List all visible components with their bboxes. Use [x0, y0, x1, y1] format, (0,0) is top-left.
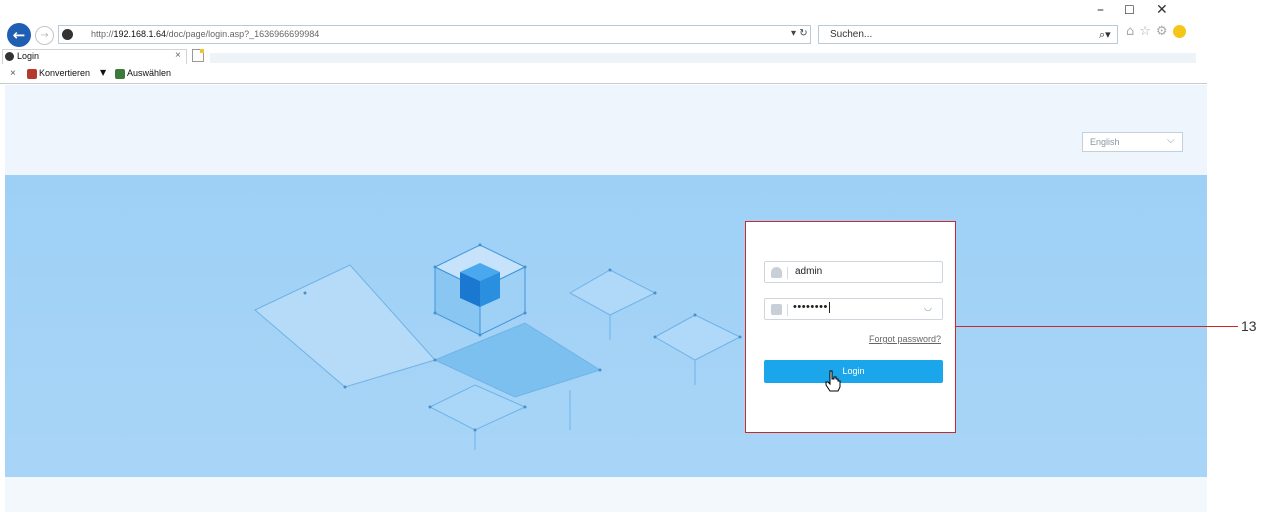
address-bar[interactable]: http://192.168.1.64/doc/page/login.asp?_…	[58, 25, 811, 44]
login-card: admin •••••••• ◡ Forgot password? Login	[745, 221, 956, 433]
text-caret	[828, 301, 830, 313]
tab-row: Login ×	[0, 49, 1207, 64]
search-icon[interactable]: ⌕▾	[1099, 28, 1111, 42]
tab-site-icon	[5, 52, 14, 61]
language-select[interactable]: English ⌵	[1082, 132, 1183, 152]
smiley-icon[interactable]	[1172, 25, 1186, 38]
password-field[interactable]: •••••••• ◡	[764, 298, 943, 320]
show-password-icon[interactable]: ◡	[924, 303, 932, 313]
minimize-button[interactable]: –	[1097, 3, 1104, 17]
tab-title: Login	[17, 51, 40, 61]
callout-label: 13	[1241, 318, 1257, 334]
convert-icon	[27, 69, 37, 79]
tile-center	[433, 322, 602, 398]
home-icon[interactable]: ⌂	[1126, 24, 1134, 39]
browser-window: – ☐ ✕ ← → http://192.168.1.64/doc/page/l…	[0, 0, 1207, 512]
search-placeholder: Suchen...	[830, 29, 873, 40]
tab-strip	[210, 53, 1196, 63]
url-path: /doc/page/login.asp?_1636966699984	[166, 29, 320, 39]
url-host: 192.168.1.64	[113, 29, 167, 39]
username-value: admin	[795, 266, 823, 277]
new-tab-button[interactable]	[192, 49, 204, 62]
star-icon[interactable]: ☆	[1139, 24, 1151, 39]
site-icon	[62, 29, 73, 40]
field-divider	[787, 304, 788, 316]
convert-button[interactable]: Konvertieren	[39, 68, 90, 78]
username-field[interactable]: admin	[764, 261, 943, 283]
tile-left	[254, 264, 436, 388]
tile-right	[653, 314, 742, 361]
refresh-icon[interactable]: ▾ ↻	[791, 28, 808, 39]
language-label: English	[1090, 137, 1120, 147]
forward-button[interactable]: →	[35, 26, 54, 45]
url-prefix: http://	[91, 29, 114, 39]
window-controls: – ☐ ✕	[0, 0, 1207, 20]
forward-arrow-icon: →	[40, 30, 49, 41]
select-button[interactable]: Auswählen	[127, 68, 171, 78]
chevron-down-icon: ⌵	[1167, 135, 1175, 146]
convert-dropdown-icon[interactable]: ▼	[100, 68, 106, 77]
login-button[interactable]: Login	[764, 360, 943, 383]
navigation-row: ← → http://192.168.1.64/doc/page/login.a…	[0, 20, 1207, 48]
url-text[interactable]: http://192.168.1.64/doc/page/login.asp?_…	[91, 29, 319, 39]
password-mask: ••••••••	[793, 301, 828, 313]
login-page: English ⌵	[5, 85, 1207, 512]
forgot-password-link[interactable]: Forgot password?	[869, 334, 941, 344]
search-input[interactable]: Suchen... ⌕▾	[818, 25, 1118, 44]
lock-icon	[771, 304, 782, 315]
password-value: ••••••••	[793, 301, 830, 313]
back-button[interactable]: ←	[7, 23, 31, 47]
select-icon	[115, 69, 125, 79]
hand-cursor-icon	[825, 370, 841, 392]
close-window-button[interactable]: ✕	[1156, 3, 1168, 17]
callout-line	[956, 326, 1238, 327]
cube-icon	[433, 244, 527, 336]
page-header: English ⌵	[5, 85, 1207, 175]
favorites-bar: × Konvertieren ▼ Auswählen	[0, 64, 1207, 84]
maximize-button[interactable]: ☐	[1124, 3, 1135, 17]
back-arrow-icon: ←	[12, 26, 26, 44]
user-icon	[771, 267, 782, 278]
tab-close-icon[interactable]: ×	[175, 50, 181, 61]
tile-right-top	[568, 269, 657, 316]
browser-tools: ⌂ ☆ ⚙	[1126, 24, 1186, 39]
tab-login[interactable]: Login ×	[2, 49, 187, 64]
gear-icon[interactable]: ⚙	[1156, 24, 1168, 39]
field-divider	[787, 267, 788, 279]
favorites-close-icon[interactable]: ×	[10, 68, 16, 79]
